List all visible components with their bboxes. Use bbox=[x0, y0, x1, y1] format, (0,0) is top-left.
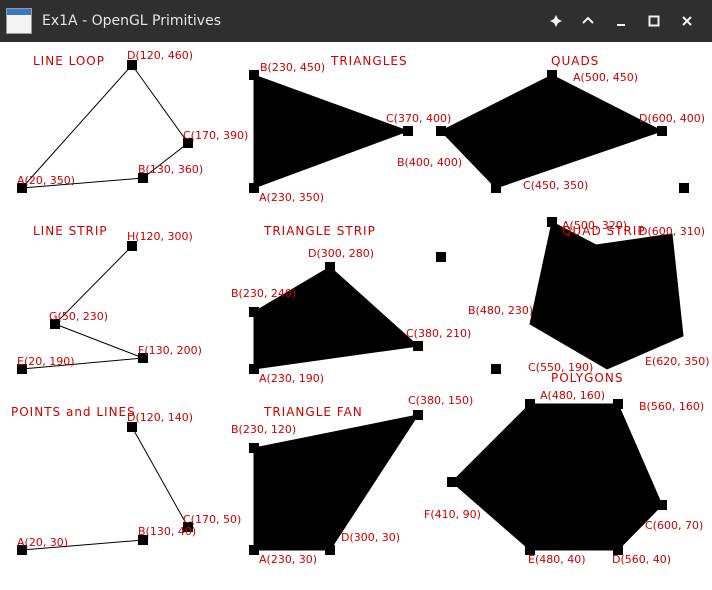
close-button[interactable] bbox=[673, 7, 701, 35]
point-marker bbox=[547, 217, 557, 227]
vertex-label: E(620, 350) bbox=[645, 355, 710, 368]
point-marker bbox=[249, 70, 259, 80]
point-marker bbox=[249, 364, 259, 374]
title-bar[interactable]: Ex1A - OpenGL Primitives bbox=[0, 0, 712, 42]
quad-strip-shape bbox=[529, 221, 684, 370]
vertex-label: A(480, 160) bbox=[540, 389, 605, 402]
point-marker bbox=[491, 183, 501, 193]
point-marker bbox=[413, 410, 423, 420]
quads-shape bbox=[440, 74, 664, 189]
vertex-label: B(400, 400) bbox=[397, 156, 462, 169]
point-marker bbox=[491, 364, 501, 374]
vertex-label: C(600, 70) bbox=[645, 519, 703, 532]
triangles-shape bbox=[253, 74, 410, 189]
vertex-label: A(500, 320) bbox=[562, 219, 627, 232]
vertex-label: D(560, 40) bbox=[612, 553, 671, 566]
vertex-label: B(480, 230) bbox=[468, 304, 533, 317]
point-marker bbox=[679, 183, 689, 193]
vertex-label: C(170, 390) bbox=[183, 129, 248, 142]
point-marker bbox=[613, 399, 623, 409]
line-strip-shape bbox=[21, 245, 144, 370]
vertex-label: B(230, 450) bbox=[260, 61, 325, 74]
point-marker bbox=[249, 545, 259, 555]
vertex-label: H(120, 300) bbox=[127, 230, 193, 243]
polygon-shape bbox=[451, 403, 663, 551]
point-marker bbox=[657, 500, 667, 510]
point-marker bbox=[413, 341, 423, 351]
vertex-label: B(130, 360) bbox=[138, 163, 203, 176]
app-window-icon bbox=[6, 8, 32, 34]
close-icon bbox=[682, 16, 692, 26]
vertex-label: C(380, 150) bbox=[408, 394, 473, 407]
point-marker bbox=[249, 183, 259, 193]
section-title-triangle-strip: TRIANGLE STRIP bbox=[263, 224, 376, 238]
vertex-label: C(550, 190) bbox=[528, 361, 593, 374]
vertex-label: D(300, 280) bbox=[308, 247, 374, 260]
vertex-label: D(600, 310) bbox=[639, 225, 705, 238]
vertex-label: A(20, 350) bbox=[17, 174, 75, 187]
point-marker bbox=[525, 399, 535, 409]
vertex-label: D(600, 400) bbox=[639, 112, 705, 125]
vertex-label: C(370, 400) bbox=[386, 112, 451, 125]
section-title-points-lines: POINTS and LINES bbox=[11, 405, 136, 419]
vertex-label: E(480, 40) bbox=[528, 553, 586, 566]
point-marker bbox=[325, 545, 335, 555]
shade-button[interactable] bbox=[574, 7, 602, 35]
vertex-label: C(380, 210) bbox=[406, 327, 471, 340]
vertex-label: F(130, 200) bbox=[138, 344, 202, 357]
vertex-label: F(410, 90) bbox=[424, 508, 481, 521]
vertex-label: G(50, 230) bbox=[49, 310, 108, 323]
app-window: Ex1A - OpenGL Primitives LINE LOOP TRIAN… bbox=[0, 0, 712, 586]
pin-button[interactable] bbox=[542, 7, 570, 35]
opengl-scene: LINE LOOP TRIANGLES QUADS LINE STRIP TRI… bbox=[11, 49, 710, 566]
point-marker bbox=[436, 252, 446, 262]
point-marker bbox=[436, 126, 446, 136]
vertex-label: B(230, 240) bbox=[231, 287, 296, 300]
maximize-icon bbox=[648, 15, 660, 27]
section-title-line-strip: LINE STRIP bbox=[33, 224, 108, 238]
vertex-label: A(230, 350) bbox=[259, 191, 324, 204]
minimize-button[interactable] bbox=[607, 7, 635, 35]
point-marker bbox=[657, 126, 667, 136]
point-marker bbox=[249, 307, 259, 317]
section-title-triangles: TRIANGLES bbox=[330, 54, 408, 68]
point-marker bbox=[403, 126, 413, 136]
maximize-button[interactable] bbox=[640, 7, 668, 35]
vertex-label: E(20, 190) bbox=[17, 355, 75, 368]
section-title-quads: QUADS bbox=[551, 54, 599, 68]
point-marker bbox=[249, 443, 259, 453]
vertex-label: A(500, 450) bbox=[573, 71, 638, 84]
window-title: Ex1A - OpenGL Primitives bbox=[42, 13, 221, 29]
vertex-label: B(130, 40) bbox=[138, 525, 196, 538]
vertex-label: A(20, 30) bbox=[17, 536, 68, 549]
chevron-up-icon bbox=[582, 16, 594, 24]
vertex-label: A(230, 190) bbox=[259, 372, 324, 385]
triangle-strip-shape bbox=[253, 266, 420, 370]
point-marker bbox=[447, 477, 457, 487]
minimize-icon bbox=[617, 24, 625, 26]
vertex-label: D(120, 140) bbox=[127, 411, 193, 424]
point-marker bbox=[547, 70, 557, 80]
vertex-label: B(560, 160) bbox=[639, 400, 704, 413]
opengl-canvas[interactable]: LINE LOOP TRIANGLES QUADS LINE STRIP TRI… bbox=[0, 42, 712, 586]
section-title-line-loop: LINE LOOP bbox=[33, 54, 105, 68]
vertex-label: D(120, 460) bbox=[127, 49, 193, 62]
points-lines-segment-dc bbox=[131, 426, 189, 528]
section-title-triangle-fan: TRIANGLE FAN bbox=[263, 405, 363, 419]
vertex-label: D(300, 30) bbox=[341, 531, 400, 544]
point-marker bbox=[325, 262, 335, 272]
vertex-label: B(230, 120) bbox=[231, 423, 296, 436]
vertex-label: A(230, 30) bbox=[259, 553, 317, 566]
vertex-label: C(450, 350) bbox=[523, 179, 588, 192]
pin-icon bbox=[550, 15, 562, 27]
